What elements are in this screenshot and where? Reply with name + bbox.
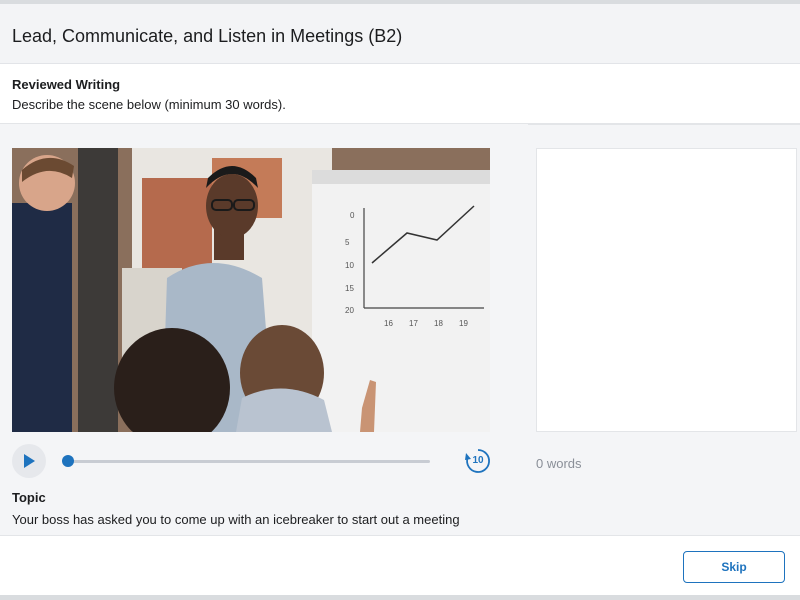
svg-text:19: 19 xyxy=(459,319,468,328)
page-title: Lead, Communicate, and Listen in Meeting… xyxy=(12,26,403,46)
answer-textarea[interactable] xyxy=(537,149,796,431)
page-header: Lead, Communicate, and Listen in Meeting… xyxy=(0,4,800,64)
divider xyxy=(528,123,800,125)
word-count: 0 words xyxy=(536,456,582,471)
svg-text:0: 0 xyxy=(350,211,355,220)
svg-text:20: 20 xyxy=(345,306,354,315)
svg-text:15: 15 xyxy=(345,284,354,293)
topic-label: Topic xyxy=(12,490,46,505)
media-controls: 10 xyxy=(12,444,490,480)
task-label: Reviewed Writing xyxy=(12,77,121,92)
replay-10-button[interactable]: 10 xyxy=(464,447,492,475)
skip-button[interactable]: Skip xyxy=(683,551,785,583)
play-icon xyxy=(24,454,35,468)
task-instruction: Describe the scene below (minimum 30 wor… xyxy=(12,97,286,112)
svg-text:18: 18 xyxy=(434,319,443,328)
play-button[interactable] xyxy=(12,444,46,478)
progress-thumb[interactable] xyxy=(62,455,74,467)
svg-text:5: 5 xyxy=(345,238,350,247)
footer: Skip xyxy=(0,535,800,595)
video-frame: 0 5 10 15 20 16 17 18 19 xyxy=(12,148,490,432)
svg-text:17: 17 xyxy=(409,319,418,328)
replay-seconds: 10 xyxy=(472,455,484,466)
svg-text:10: 10 xyxy=(345,261,354,270)
topic-text: Your boss has asked you to come up with … xyxy=(12,512,460,527)
bottom-strip xyxy=(0,595,800,600)
answer-box[interactable] xyxy=(536,148,797,432)
task-instructions: Reviewed Writing Describe the scene belo… xyxy=(0,65,800,123)
svg-text:16: 16 xyxy=(384,319,393,328)
video-player[interactable]: 0 5 10 15 20 16 17 18 19 xyxy=(12,148,490,432)
progress-track[interactable] xyxy=(68,460,430,463)
